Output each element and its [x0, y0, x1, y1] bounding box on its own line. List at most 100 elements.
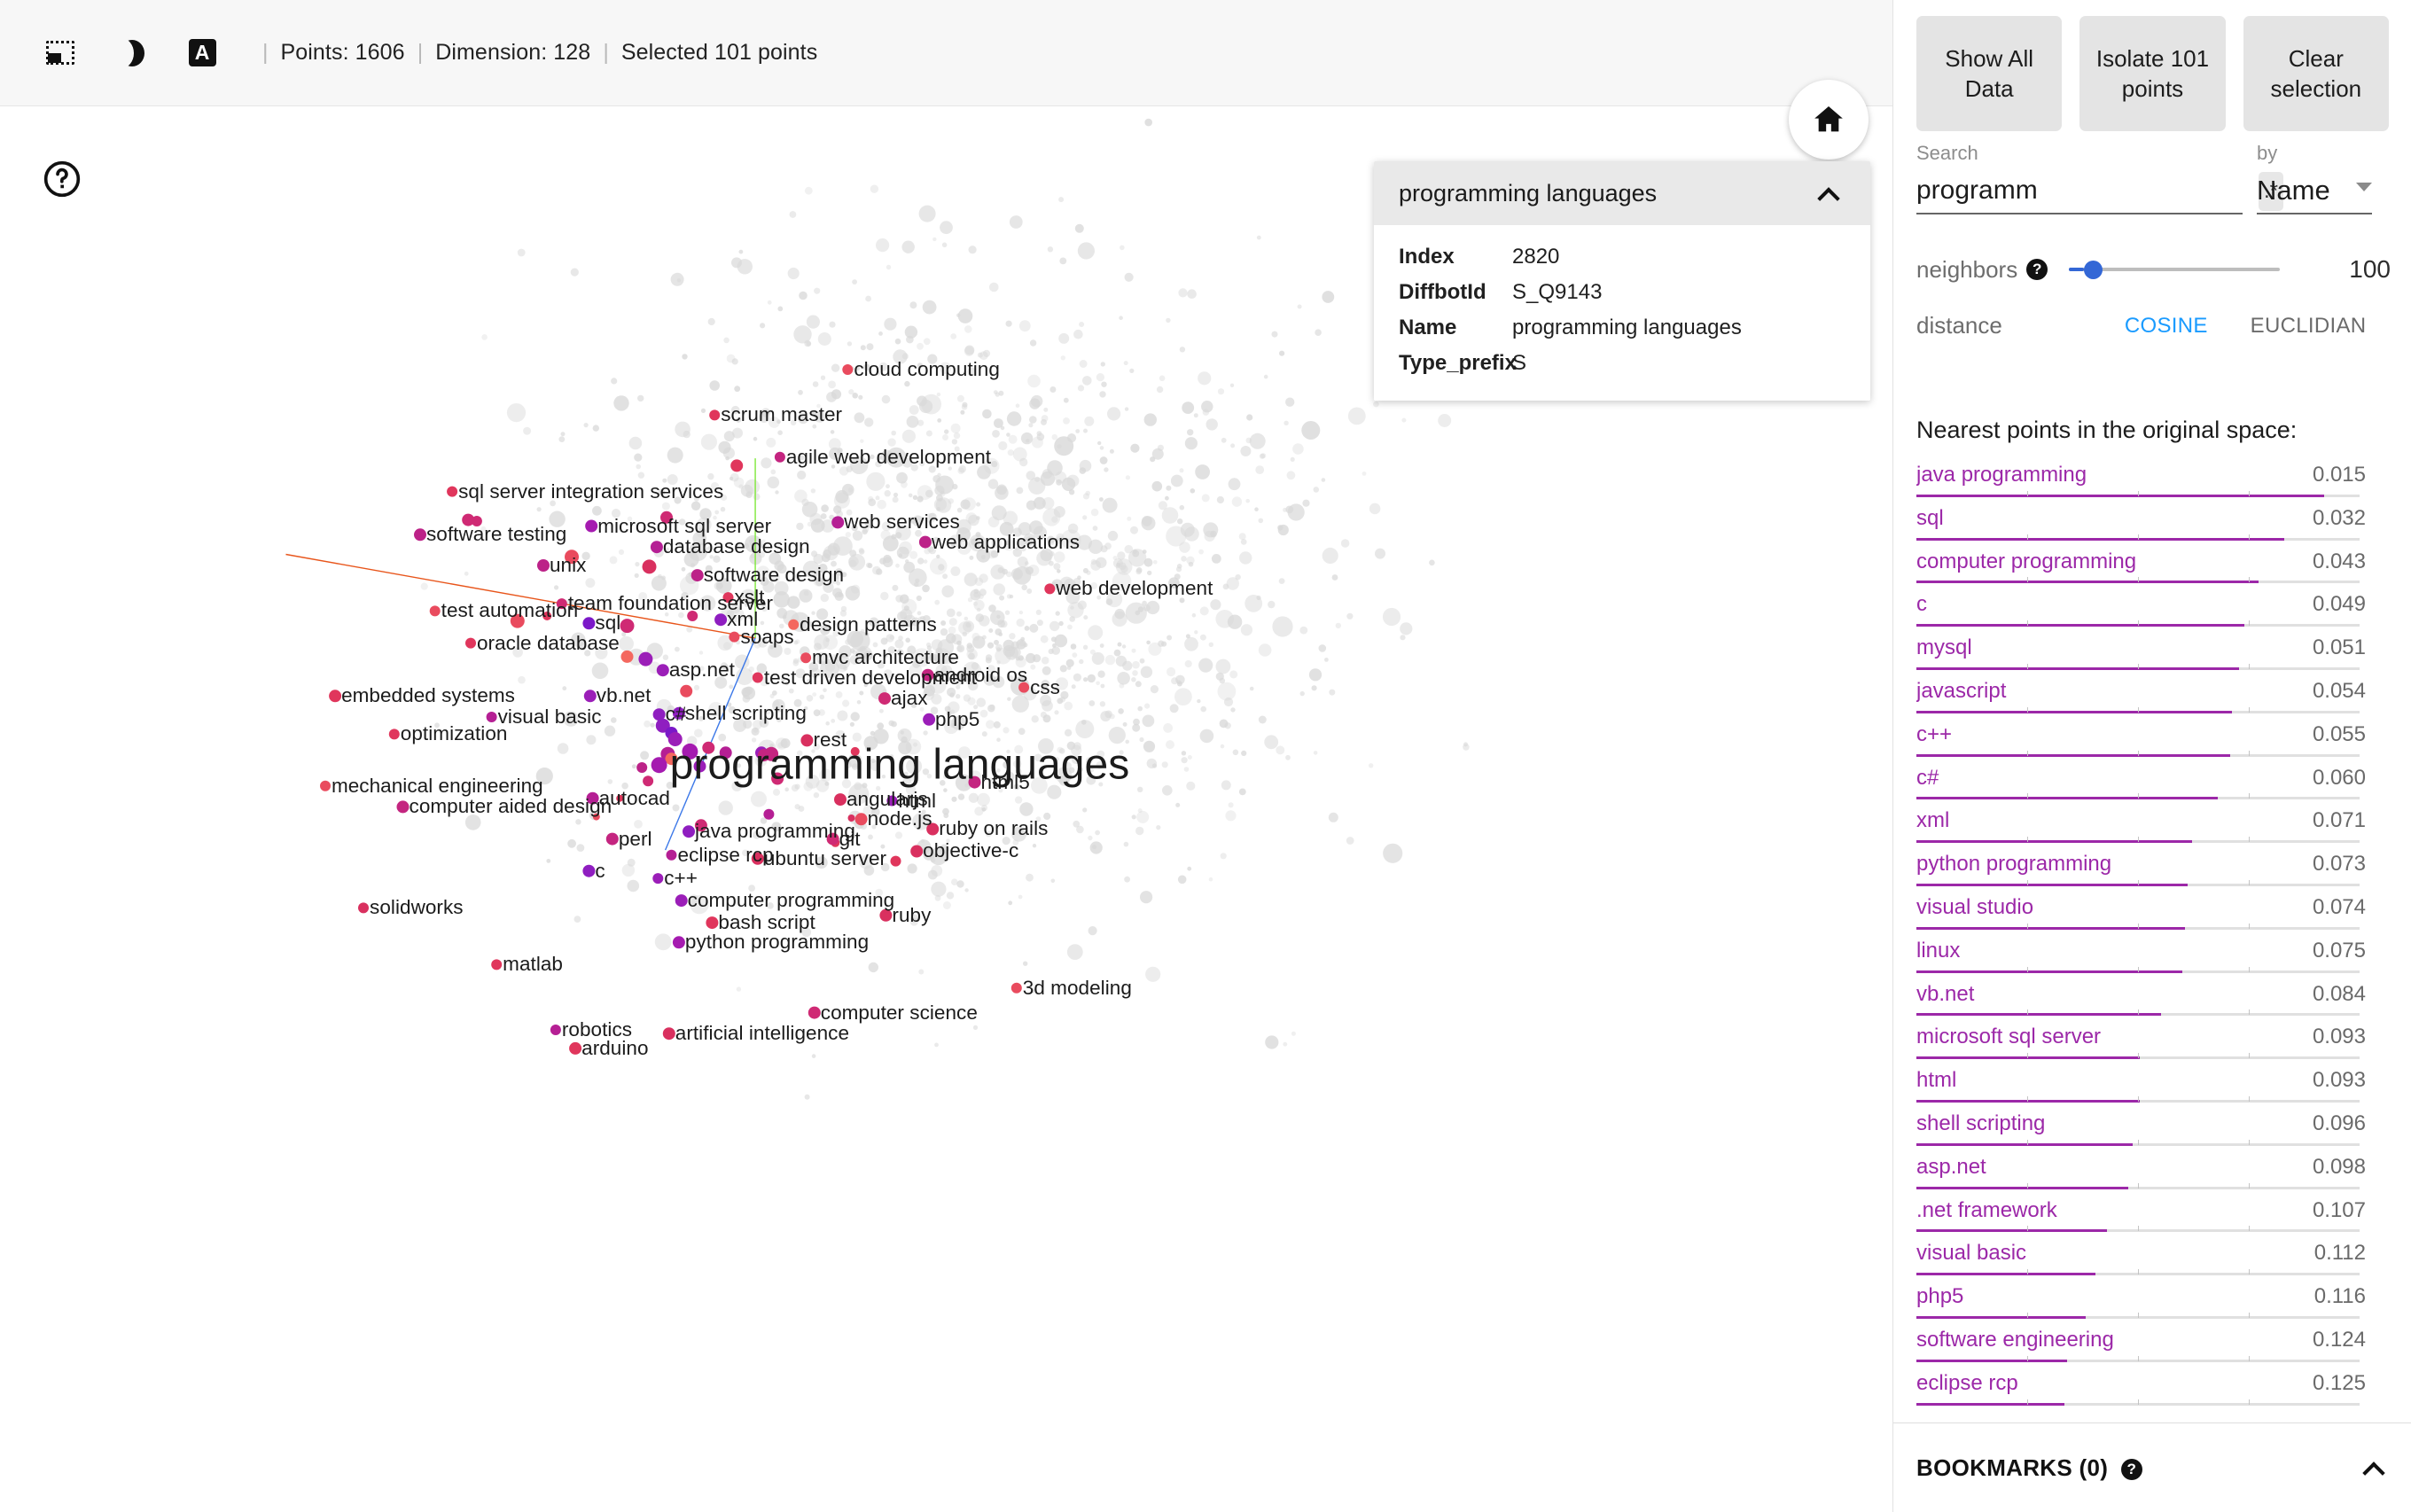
scatter-point	[537, 559, 550, 572]
scatter-point	[675, 894, 688, 907]
info-row-value: programming languages	[1512, 310, 1742, 346]
slider-thumb[interactable]	[2084, 261, 2103, 279]
scatter-point	[584, 690, 597, 702]
scatter-point	[487, 712, 497, 722]
neighbor-row[interactable]: linux0.075	[1916, 937, 2399, 980]
scatter-point	[923, 713, 935, 726]
neighbors-slider[interactable]	[2069, 258, 2280, 281]
neighbor-name[interactable]: microsoft sql server	[1916, 1025, 2101, 1049]
neighbor-name[interactable]: html	[1916, 1068, 1956, 1093]
neighbor-row[interactable]: vb.net 0.084	[1916, 980, 2399, 1024]
help-icon[interactable]: ?	[2121, 1459, 2142, 1480]
scatter-point	[550, 1025, 561, 1035]
neighbor-name[interactable]: vb.net	[1916, 982, 1974, 1007]
neighbor-row[interactable]: javascript0.054	[1916, 677, 2399, 721]
neighbor-name[interactable]: c#	[1916, 766, 1939, 791]
neighbor-row[interactable]: visual basic0.112	[1916, 1239, 2399, 1282]
neighbor-distance: 0.055	[2313, 722, 2399, 747]
neighbor-row[interactable]: eclipse rcp0.125	[1916, 1369, 2399, 1413]
info-row: Type_prefixS	[1399, 346, 1870, 381]
neighbor-distance: 0.049	[2313, 592, 2399, 617]
neighbor-name[interactable]: .net framework	[1916, 1198, 2057, 1223]
neighbor-row[interactable]: shell scripting0.096	[1916, 1110, 2399, 1153]
neighbor-name[interactable]: php5	[1916, 1284, 1963, 1309]
neighbor-row[interactable]: visual studio0.074	[1916, 893, 2399, 937]
show-all-data-button[interactable]: Show All Data	[1916, 16, 2062, 131]
neighbor-row[interactable]: xml0.071	[1916, 807, 2399, 850]
night-mode-icon[interactable]	[108, 30, 154, 76]
neighbor-name[interactable]: python programming	[1916, 852, 2111, 877]
point-info-card-header[interactable]: programming languages	[1374, 161, 1870, 225]
scatter-point	[729, 632, 739, 643]
scatter-point	[842, 364, 853, 375]
scatter-point	[667, 850, 677, 861]
search-input[interactable]	[1916, 175, 2259, 209]
scatter-point	[771, 773, 784, 785]
selected-points-label: Selected 101 points	[621, 40, 818, 66]
neighbor-name[interactable]: c	[1916, 592, 1927, 617]
neighbor-name[interactable]: xml	[1916, 808, 1949, 833]
neighbor-distance-bar	[1916, 1013, 2360, 1016]
bookmarks-title: BOOKMARKS (0)	[1916, 1454, 2108, 1481]
neighbor-row[interactable]: computer programming 0.043	[1916, 548, 2399, 591]
chevron-up-icon[interactable]	[2362, 1454, 2389, 1481]
neighbor-distance: 0.015	[2313, 463, 2399, 487]
scatter-point	[663, 1027, 675, 1040]
neighbor-name[interactable]: computer programming	[1916, 549, 2136, 574]
labels-icon[interactable]: A	[179, 30, 225, 76]
chevron-up-icon[interactable]	[1817, 180, 1844, 207]
distance-euclidian-button[interactable]: EUCLIDIAN	[2245, 313, 2372, 339]
help-icon[interactable]: ?	[2026, 259, 2048, 280]
neighbor-name[interactable]: mysql	[1916, 635, 1972, 660]
scatter-point	[775, 452, 785, 463]
scatter-point	[919, 536, 932, 549]
neighbor-row[interactable]: mysql0.051	[1916, 634, 2399, 677]
clear-selection-button[interactable]: Clear selection	[2243, 16, 2389, 131]
isolate-points-button[interactable]: Isolate 101 points	[2079, 16, 2225, 131]
scatter-point	[668, 732, 683, 746]
neighbor-row[interactable]: .net framework0.107	[1916, 1196, 2399, 1240]
neighbor-row[interactable]: java programming 0.015	[1916, 461, 2399, 504]
neighbor-distance-bar	[1916, 667, 2360, 670]
neighbor-row[interactable]: html0.093	[1916, 1066, 2399, 1110]
neighbor-row[interactable]: c++ 0.055	[1916, 721, 2399, 764]
neighbor-row[interactable]: c#0.060	[1916, 764, 2399, 807]
neighbor-name[interactable]: software engineering	[1916, 1328, 2114, 1352]
neighbor-name[interactable]: c++	[1916, 722, 1952, 747]
neighbor-row[interactable]: software engineering0.124	[1916, 1326, 2399, 1369]
neighbor-name[interactable]: shell scripting	[1916, 1111, 2045, 1136]
neighbor-row[interactable]: asp.net0.098	[1916, 1153, 2399, 1196]
toolbar-separator-2: |	[417, 40, 424, 66]
neighbor-name[interactable]: sql	[1916, 506, 1944, 531]
neighbor-row[interactable]: microsoft sql server0.093	[1916, 1023, 2399, 1066]
neighbor-distance: 0.043	[2313, 549, 2399, 574]
bookmarks-bar[interactable]: BOOKMARKS (0) ?	[1893, 1422, 2411, 1512]
neighbor-distance: 0.084	[2313, 982, 2399, 1007]
neighbor-name[interactable]: java programming	[1916, 463, 2087, 487]
scatter-point	[800, 734, 813, 746]
neighbor-row[interactable]: php50.116	[1916, 1282, 2399, 1326]
neighbor-name[interactable]: eclipse rcp	[1916, 1371, 2018, 1396]
neighbor-row[interactable]: python programming0.073	[1916, 850, 2399, 893]
neighbors-row: neighbors ? 100	[1916, 255, 2391, 284]
point-info-card: programming languages Index2820DiffbotId…	[1374, 161, 1870, 401]
select-box-icon[interactable]	[37, 30, 83, 76]
neighbor-name[interactable]: visual studio	[1916, 895, 2033, 920]
search-by-select[interactable]: Name	[2257, 172, 2372, 214]
nearest-neighbors-list[interactable]: java programming 0.015 sql0.032computer pr…	[1916, 461, 2399, 1422]
neighbor-row[interactable]: c 0.049	[1916, 590, 2399, 634]
neighbor-name[interactable]: javascript	[1916, 679, 2006, 704]
neighbor-distance-bar	[1916, 1229, 2360, 1232]
info-row-key: Name	[1399, 310, 1512, 346]
distance-cosine-button[interactable]: COSINE	[2119, 313, 2213, 339]
neighbor-name[interactable]: linux	[1916, 939, 1960, 963]
neighbor-name[interactable]: asp.net	[1916, 1155, 1986, 1180]
projector-canvas-area: A | Points: 1606 | Dimension: 128 | Sele…	[0, 0, 1892, 1512]
neighbor-distance-bar	[1916, 581, 2360, 583]
toolbar-separator-3: |	[603, 40, 609, 66]
neighbor-row[interactable]: sql0.032	[1916, 504, 2399, 548]
scatter-point	[691, 569, 704, 581]
scatter-point	[657, 664, 669, 676]
info-row-value: 2820	[1512, 239, 1559, 275]
neighbor-name[interactable]: visual basic	[1916, 1241, 2026, 1266]
